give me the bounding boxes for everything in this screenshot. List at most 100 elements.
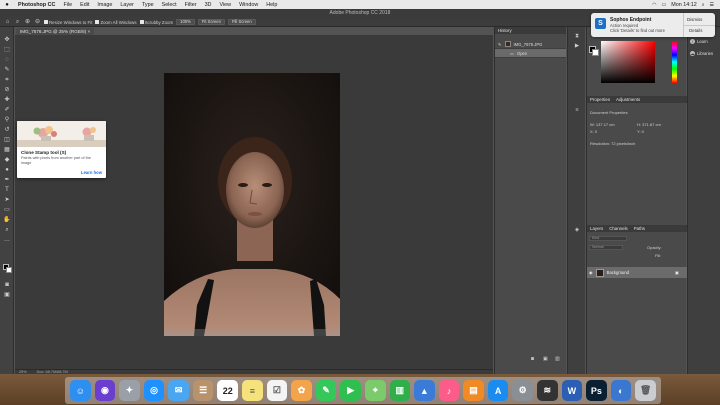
actions-panel-icon[interactable]: ▶ bbox=[573, 43, 581, 50]
eraser-tool-icon[interactable]: ◫ bbox=[3, 137, 11, 144]
x-value[interactable]: X: 0 bbox=[590, 129, 597, 134]
gradient-tool-icon[interactable]: ▦ bbox=[3, 147, 11, 154]
zoom-out-icon[interactable]: ⊖ bbox=[34, 19, 41, 26]
width-value[interactable]: W: 137.17 cm bbox=[590, 122, 615, 127]
notes-icon[interactable]: ≡ bbox=[242, 380, 263, 401]
channels-tab[interactable]: Channels bbox=[609, 226, 628, 231]
properties-tab[interactable]: Properties bbox=[590, 97, 610, 102]
activity-icon[interactable]: ≋ bbox=[536, 380, 558, 401]
more-tools-icon[interactable]: … bbox=[3, 237, 11, 244]
trash-icon[interactable]: 🗑 bbox=[635, 380, 656, 401]
learn-panel-button[interactable]: i Learn bbox=[690, 39, 708, 44]
clone-stamp-tool-icon[interactable]: ⚲ bbox=[3, 117, 11, 124]
background-color-swatch[interactable] bbox=[6, 267, 12, 273]
menu-3d[interactable]: 3D bbox=[201, 2, 216, 8]
battery-icon[interactable]: ▭ bbox=[661, 2, 666, 8]
notification-center-icon[interactable]: ☰ bbox=[710, 2, 714, 8]
layers-panel-icon[interactable]: ◈ bbox=[573, 227, 581, 234]
reminders-icon[interactable]: ☑ bbox=[266, 380, 288, 401]
menu-filter[interactable]: Filter bbox=[181, 2, 201, 8]
history-state-open[interactable]: ▭ Open bbox=[495, 49, 566, 58]
menu-help[interactable]: Help bbox=[262, 2, 281, 8]
zoom-all-checkbox[interactable]: Zoom All Windows bbox=[95, 20, 137, 25]
dismiss-button[interactable]: Dismiss bbox=[687, 17, 702, 22]
brush-tool-icon[interactable]: ✐ bbox=[3, 107, 11, 114]
fill-screen-button[interactable]: Fill Screen bbox=[227, 19, 256, 25]
calendar-icon[interactable]: 22 bbox=[217, 380, 239, 401]
fit-screen-button[interactable]: Fit Screen bbox=[197, 19, 225, 25]
history-brush-tool-icon[interactable]: ↺ bbox=[3, 127, 11, 134]
rectangle-tool-icon[interactable]: ▭ bbox=[3, 207, 11, 214]
keynote-icon[interactable]: ▲ bbox=[414, 380, 435, 401]
healing-tool-icon[interactable]: ✚ bbox=[3, 97, 11, 104]
finder-icon[interactable]: ☺ bbox=[70, 380, 91, 401]
layer-background[interactable]: ◉ Background ▣ bbox=[587, 267, 687, 278]
camera-icon[interactable]: ▣ bbox=[543, 356, 548, 362]
zoom-tool-icon[interactable]: ⌕ bbox=[14, 19, 21, 26]
type-tool-icon[interactable]: T bbox=[3, 187, 11, 194]
pen-tool-icon[interactable]: ✒ bbox=[3, 177, 11, 184]
itunes-icon[interactable]: ♪ bbox=[438, 380, 460, 401]
height-value[interactable]: H: 371.87 cm bbox=[637, 122, 661, 127]
menu-photoshop[interactable]: Photoshop CC bbox=[14, 2, 59, 8]
history-tab[interactable]: History bbox=[498, 28, 512, 33]
screen-mode-icon[interactable]: ▣ bbox=[3, 292, 11, 299]
menu-edit[interactable]: Edit bbox=[76, 2, 93, 8]
zoom-in-icon[interactable]: ⊕ bbox=[24, 19, 31, 26]
home-icon[interactable]: ⌂ bbox=[4, 19, 11, 26]
menu-file[interactable]: File bbox=[59, 2, 76, 8]
snapshot-icon[interactable]: ◙ bbox=[531, 356, 534, 362]
wifi-icon[interactable]: ◠ bbox=[652, 2, 656, 8]
document-tab[interactable]: IMG_7676.JPG @ 25% (RGB/8) × bbox=[16, 28, 95, 35]
details-button[interactable]: Details bbox=[689, 28, 702, 33]
mail-icon[interactable]: ✉ bbox=[168, 380, 189, 401]
photoshop-icon[interactable]: Ps bbox=[586, 380, 607, 401]
siri-icon[interactable]: ◉ bbox=[94, 380, 116, 401]
libraries-panel-button[interactable]: ☁ Libraries bbox=[690, 51, 713, 56]
history-panel-icon[interactable]: ⧗ bbox=[573, 33, 581, 40]
adjustments-tab[interactable]: Adjustments bbox=[616, 97, 640, 102]
zoom-tool-icon[interactable]: ⌕ bbox=[3, 227, 11, 234]
zoom-100-button[interactable]: 100% bbox=[176, 19, 195, 25]
menu-view[interactable]: View bbox=[215, 2, 235, 8]
ibooks-icon[interactable]: ▤ bbox=[463, 380, 484, 401]
launchpad-icon[interactable]: ✦ bbox=[119, 380, 140, 401]
history-snapshot[interactable]: ✎ IMG_7676.JPG bbox=[495, 40, 566, 49]
properties-panel-icon[interactable]: ≡ bbox=[573, 107, 581, 114]
facetime-icon[interactable]: ▶ bbox=[340, 380, 361, 401]
safari-icon[interactable]: ◎ bbox=[143, 380, 165, 401]
color-picker-field[interactable] bbox=[601, 41, 655, 83]
quick-select-tool-icon[interactable]: ✎ bbox=[3, 67, 11, 74]
blur-tool-icon[interactable]: ◆ bbox=[3, 157, 11, 164]
dodge-tool-icon[interactable]: ● bbox=[3, 167, 11, 174]
search-icon[interactable]: ⌕ bbox=[702, 2, 705, 8]
quick-mask-icon[interactable]: ◙ bbox=[3, 282, 11, 289]
contacts-icon[interactable]: ☰ bbox=[192, 380, 214, 401]
menu-window[interactable]: Window bbox=[235, 2, 262, 8]
resize-windows-checkbox[interactable]: Resize Windows to Fit bbox=[44, 20, 92, 25]
menu-image[interactable]: Image bbox=[93, 2, 116, 8]
close-icon[interactable]: × bbox=[87, 29, 90, 34]
apple-icon[interactable]: ● bbox=[0, 2, 14, 8]
lock-icon[interactable]: ▣ bbox=[675, 270, 679, 275]
numbers-icon[interactable]: ▥ bbox=[389, 380, 411, 401]
color-background-swatch[interactable] bbox=[592, 49, 599, 56]
lasso-tool-icon[interactable]: ◌ bbox=[3, 57, 11, 64]
word-icon[interactable]: W bbox=[561, 380, 583, 401]
paths-tab[interactable]: Paths bbox=[634, 226, 645, 231]
scrubby-zoom-checkbox[interactable]: Scrubby Zoom bbox=[139, 20, 173, 25]
menu-layer[interactable]: Layer bbox=[116, 2, 138, 8]
document-image[interactable] bbox=[164, 73, 340, 336]
clock[interactable]: Mon 14:12 bbox=[671, 2, 696, 8]
crop-tool-icon[interactable]: ⌗ bbox=[3, 77, 11, 84]
path-select-tool-icon[interactable]: ➤ bbox=[3, 197, 11, 204]
photos-icon[interactable]: ✿ bbox=[291, 380, 312, 401]
eyedropper-tool-icon[interactable]: ⊘ bbox=[3, 87, 11, 94]
messages-icon[interactable]: ✎ bbox=[315, 380, 337, 401]
y-value[interactable]: Y: 0 bbox=[637, 129, 644, 134]
browser-icon[interactable]: ◐ bbox=[610, 380, 632, 401]
menu-type[interactable]: Type bbox=[138, 2, 158, 8]
layer-filter-kind[interactable]: Kind bbox=[589, 236, 627, 241]
blend-mode-select[interactable]: Normal bbox=[589, 245, 623, 250]
system-prefs-icon[interactable]: ⚙ bbox=[512, 380, 533, 401]
